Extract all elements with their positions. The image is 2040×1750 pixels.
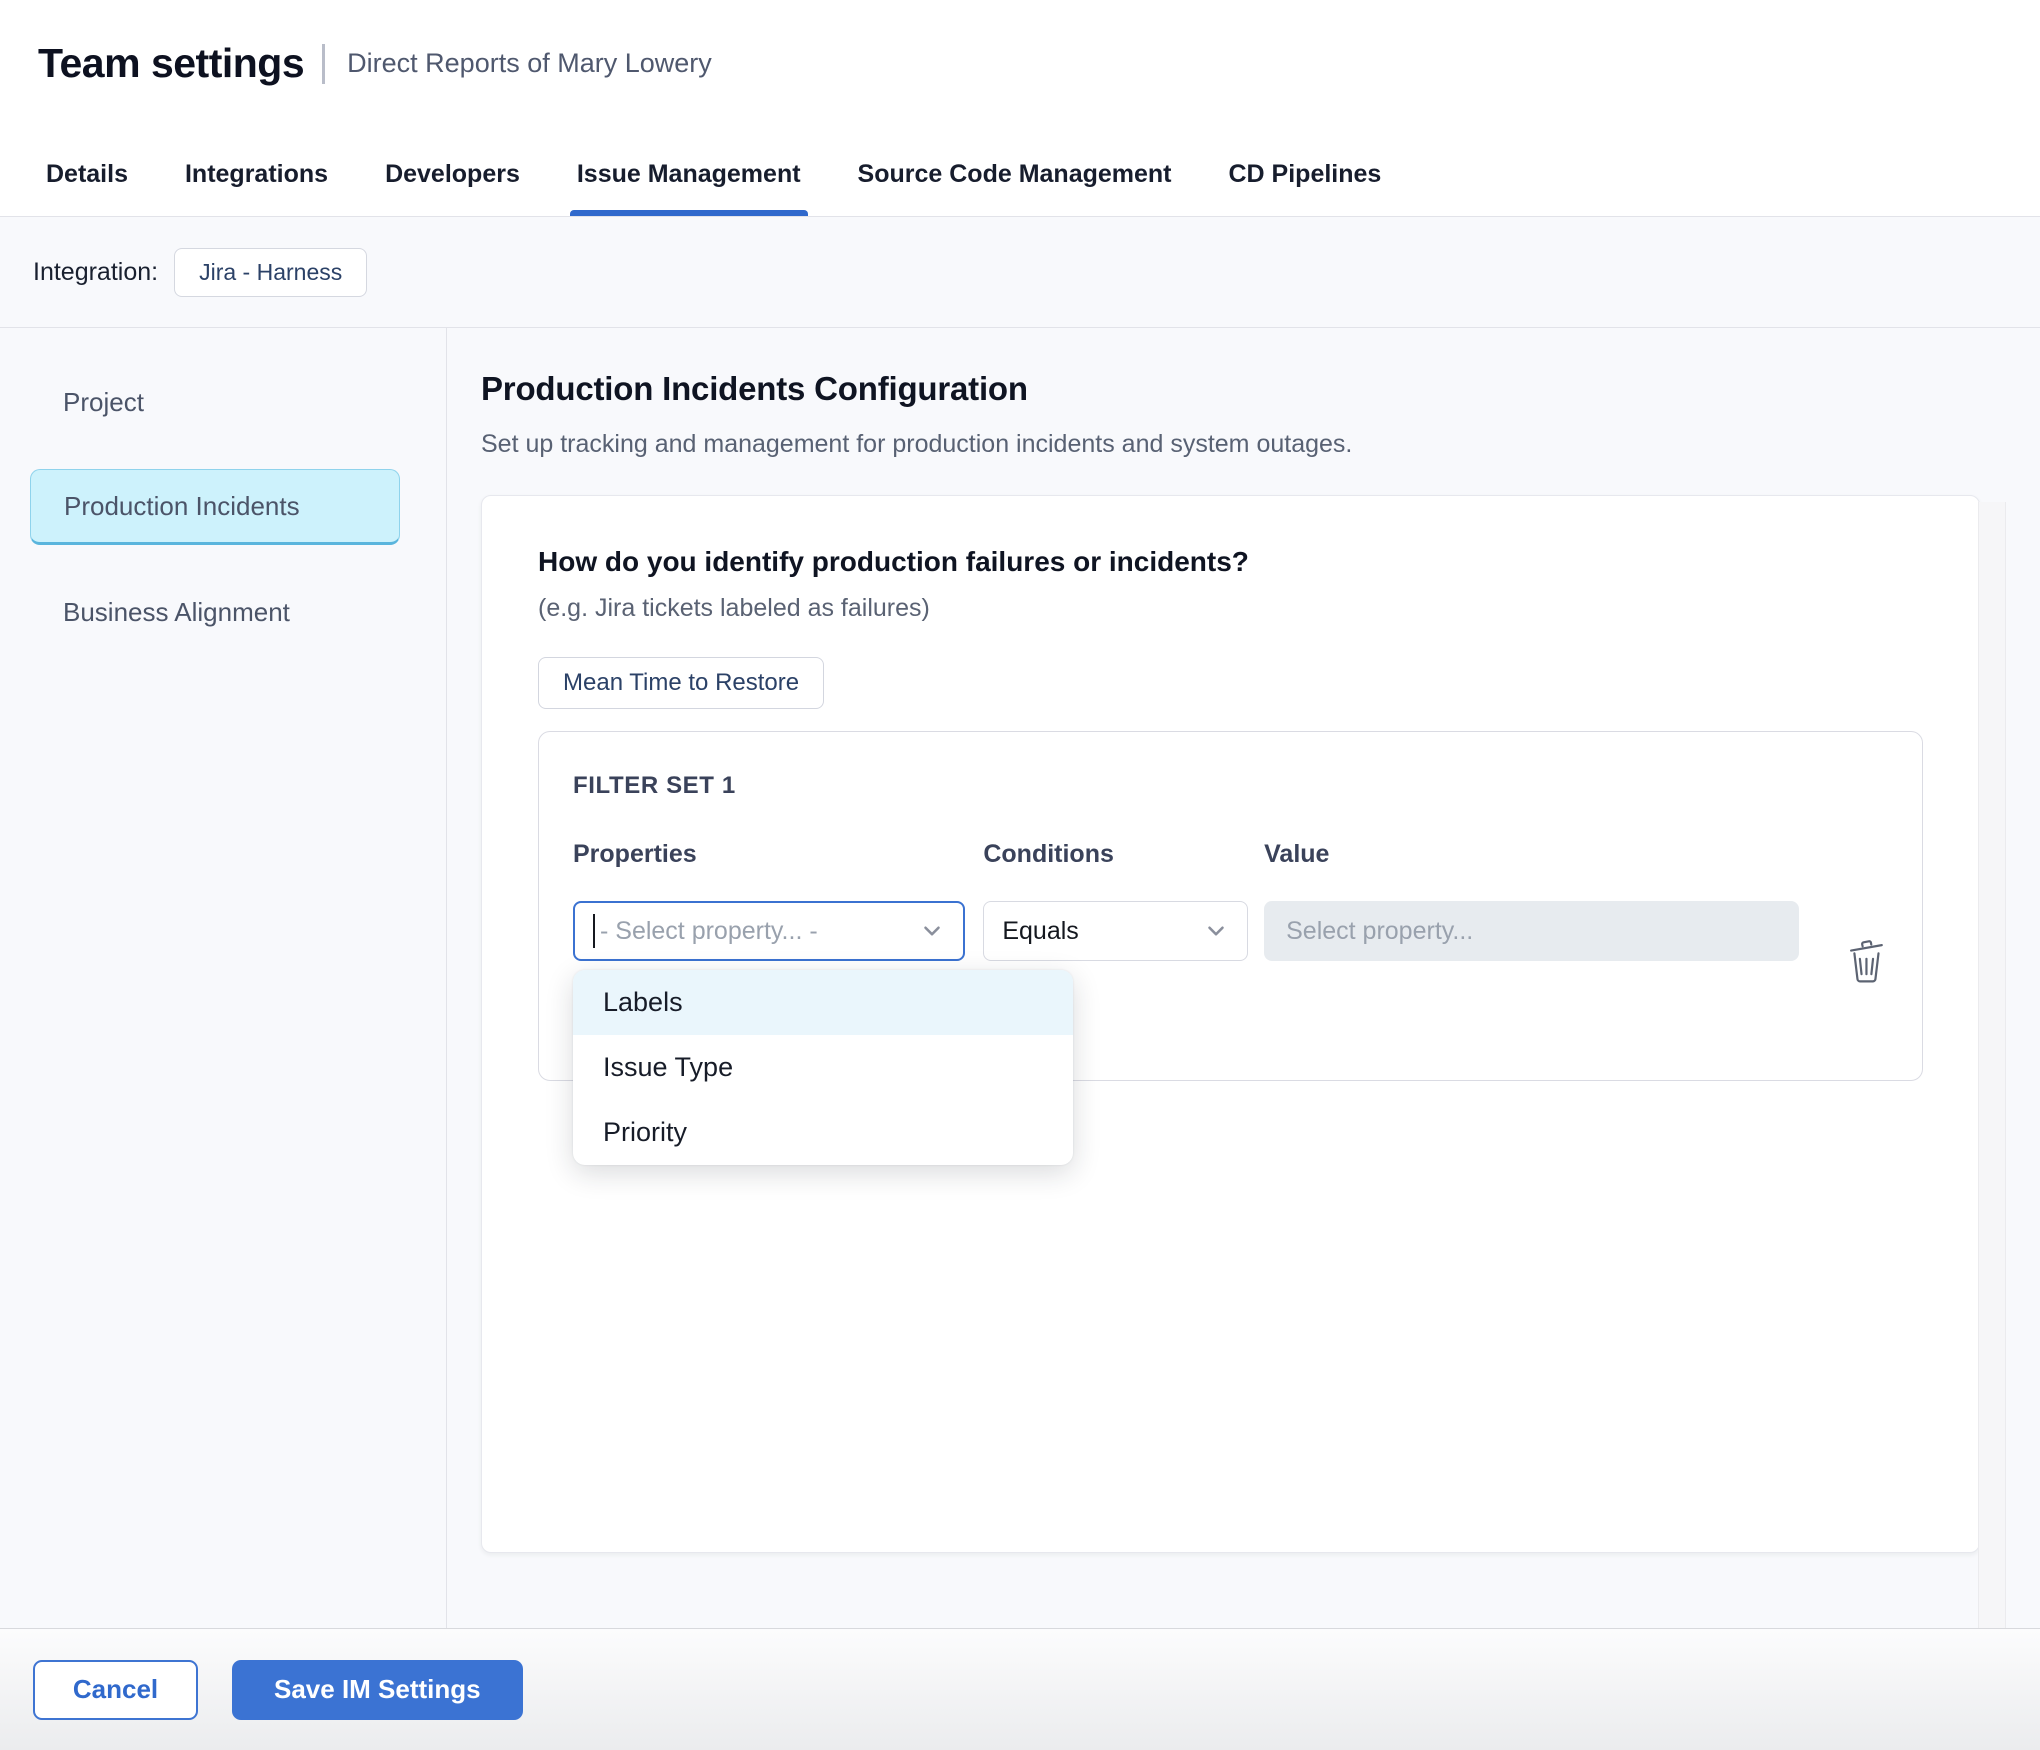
scrollbar-track[interactable] [1978, 502, 2006, 1628]
sidebar-item-project[interactable]: Project [0, 364, 446, 440]
conditions-column: Conditions Equals [983, 840, 1248, 985]
filter-set-1: FILTER SET 1 Properties - Select propert… [538, 731, 1923, 1081]
tab-cd-pipelines[interactable]: CD Pipelines [1229, 160, 1382, 216]
sidebar-item-production-incidents[interactable]: Production Incidents [30, 469, 400, 545]
tab-integrations[interactable]: Integrations [185, 160, 328, 216]
value-label: Value [1264, 840, 1799, 869]
tab-source-code-management[interactable]: Source Code Management [858, 160, 1172, 216]
value-column: Value Select property... [1264, 840, 1799, 985]
filter-row: Properties - Select property... - Condit… [573, 840, 1888, 985]
team-settings-page: Team settings Direct Reports of Mary Low… [0, 0, 2040, 1750]
properties-label: Properties [573, 840, 965, 869]
card-question: How do you identify production failures … [538, 546, 1923, 578]
properties-column: Properties - Select property... - [573, 840, 965, 985]
delete-filter-button[interactable] [1845, 937, 1888, 985]
integration-label: Integration: [33, 258, 158, 287]
chevron-down-icon [1203, 918, 1229, 944]
properties-placeholder: - Select property... - [600, 917, 818, 946]
content-area: Project Production Incidents Business Al… [0, 328, 2040, 1628]
page-subtitle: Direct Reports of Mary Lowery [347, 48, 712, 79]
page-header: Team settings Direct Reports of Mary Low… [0, 0, 2040, 217]
dropdown-option-priority[interactable]: Priority [573, 1100, 1073, 1165]
conditions-select[interactable]: Equals [983, 901, 1248, 961]
tab-developers[interactable]: Developers [385, 160, 520, 216]
value-placeholder: Select property... [1286, 917, 1473, 946]
section-heading: Production Incidents Configuration [481, 370, 2040, 408]
metric-tab-mean-time-to-restore[interactable]: Mean Time to Restore [538, 657, 824, 709]
properties-dropdown: Labels Issue Type Priority [573, 970, 1073, 1165]
section-description: Set up tracking and management for produ… [481, 430, 2040, 459]
page-title: Team settings [38, 40, 304, 87]
title-divider [322, 44, 325, 84]
footer-actions: Cancel Save IM Settings [0, 1628, 2040, 1750]
sidebar-item-business-alignment[interactable]: Business Alignment [0, 574, 446, 650]
incidents-config-card: How do you identify production failures … [481, 495, 1980, 1553]
dropdown-option-issue-type[interactable]: Issue Type [573, 1035, 1073, 1100]
value-input[interactable]: Select property... [1264, 901, 1799, 961]
save-im-settings-button[interactable]: Save IM Settings [232, 1660, 523, 1720]
trash-icon [1847, 938, 1887, 984]
cancel-button[interactable]: Cancel [33, 1660, 198, 1720]
tab-issue-management[interactable]: Issue Management [577, 160, 801, 216]
text-cursor [593, 914, 595, 948]
title-row: Team settings Direct Reports of Mary Low… [0, 0, 2040, 87]
main-panel: Production Incidents Configuration Set u… [447, 328, 2040, 1628]
card-hint: (e.g. Jira tickets labeled as failures) [538, 594, 1923, 623]
conditions-label: Conditions [983, 840, 1248, 869]
dropdown-option-labels[interactable]: Labels [573, 970, 1073, 1035]
conditions-value: Equals [1002, 917, 1078, 946]
integration-chip[interactable]: Jira - Harness [174, 248, 367, 297]
filter-set-title: FILTER SET 1 [573, 772, 1888, 800]
chevron-down-icon [919, 918, 945, 944]
settings-sidebar: Project Production Incidents Business Al… [0, 328, 447, 1628]
tab-details[interactable]: Details [46, 160, 128, 216]
tab-bar: Details Integrations Developers Issue Ma… [0, 160, 1381, 216]
properties-select[interactable]: - Select property... - [573, 901, 965, 961]
integration-band: Integration: Jira - Harness [0, 217, 2040, 328]
